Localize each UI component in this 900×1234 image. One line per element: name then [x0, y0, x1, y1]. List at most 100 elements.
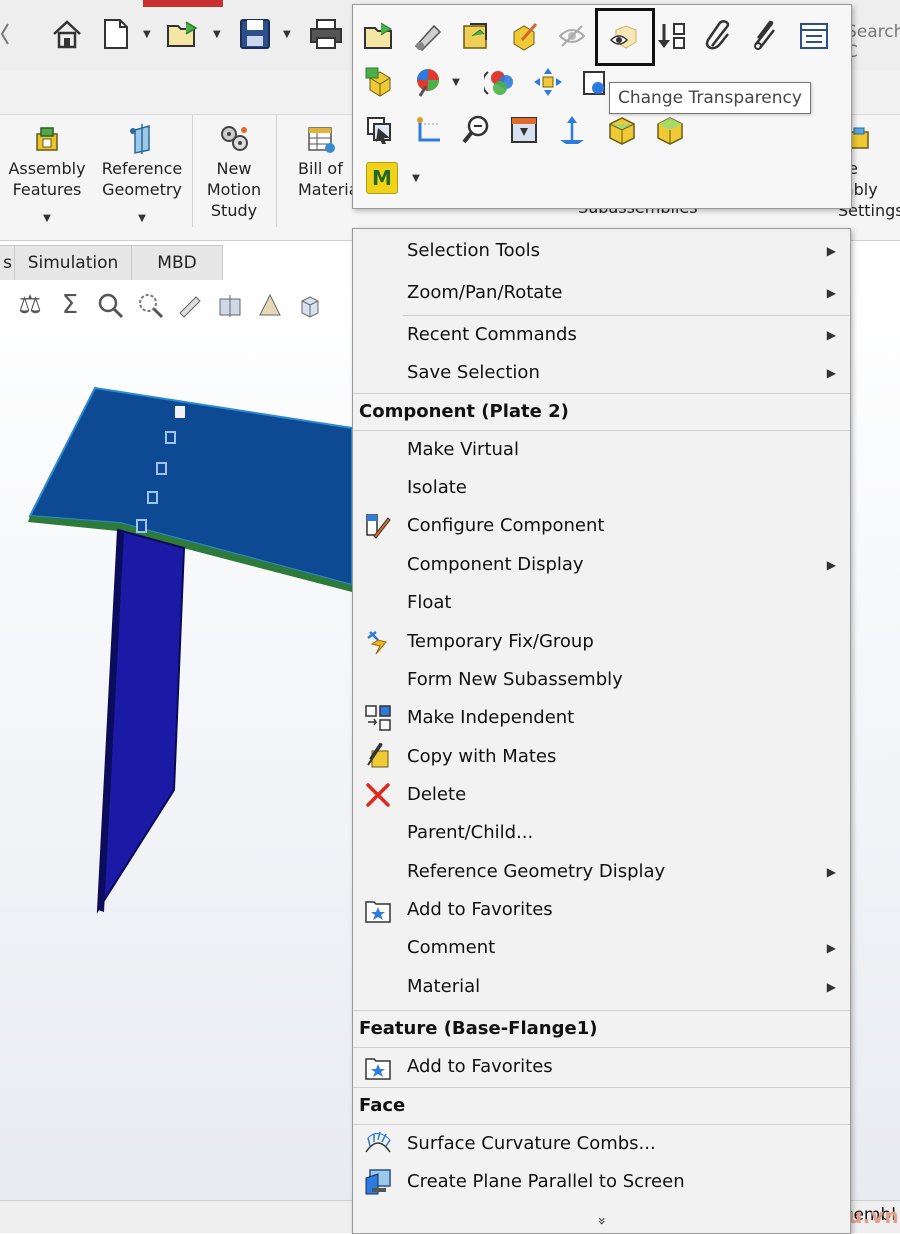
rotate-component-icon[interactable] — [480, 62, 520, 102]
menu-item-create-plane-parallel[interactable]: Create Plane Parallel to Screen — [353, 1163, 850, 1201]
selected-tool-highlight — [595, 8, 655, 66]
menu-item-label: Parent/Child... — [407, 822, 534, 843]
menu-item-recent-commands[interactable]: Recent Commands ▶ — [353, 316, 850, 354]
tab-partial-label: s — [3, 253, 12, 273]
menu-item-label: Copy with Mates — [407, 746, 557, 767]
submenu-arrow-icon: ▶ — [826, 366, 836, 380]
hide-show-icon[interactable] — [408, 16, 448, 56]
previous-view-icon[interactable] — [174, 289, 206, 321]
tooltip: Change Transparency — [609, 82, 811, 114]
view-orientation-icon[interactable] — [294, 289, 326, 321]
menu-item-component-display[interactable]: Component Display ▶ — [353, 546, 850, 584]
view-normal-icon[interactable] — [552, 110, 592, 150]
isometric-box-icon[interactable] — [602, 110, 642, 150]
ribbon-separator — [276, 115, 277, 227]
menu-item-label: Selection Tools — [407, 240, 541, 261]
menu-item-make-independent[interactable]: Make Independent — [353, 699, 850, 737]
menu-item-comment[interactable]: Comment ▶ — [353, 929, 850, 967]
sort-order-icon[interactable] — [652, 16, 692, 56]
open-folder-icon[interactable] — [166, 14, 202, 54]
slot — [175, 406, 185, 418]
tab-mbd[interactable]: MBD — [131, 245, 223, 280]
open-dropdown-icon[interactable]: ▼ — [213, 14, 221, 54]
assembly-features-dropdown-icon[interactable]: ▼ — [6, 208, 88, 229]
motion-study-icon — [219, 124, 249, 154]
sketch-corner-icon[interactable] — [408, 110, 448, 150]
new-motion-study-button[interactable]: New Motion Study — [198, 124, 270, 221]
zoom-to-selection-icon[interactable] — [456, 110, 496, 150]
home-icon[interactable] — [50, 14, 84, 54]
isolate-icon[interactable] — [360, 62, 400, 102]
paperclip-icon[interactable] — [698, 16, 738, 56]
temporary-fix-icon — [363, 628, 393, 656]
hide-component-icon[interactable] — [552, 16, 592, 56]
properties-list-icon[interactable] — [794, 16, 834, 56]
menu-item-temporary-fix[interactable]: Temporary Fix/Group — [353, 623, 850, 661]
zoom-to-fit-icon[interactable] — [94, 289, 126, 321]
print-icon[interactable] — [308, 14, 344, 54]
menu-item-label: Form New Subassembly — [407, 669, 623, 690]
menu-item-add-to-favorites[interactable]: Add to Favorites — [353, 891, 850, 929]
copy-with-mates-icon — [363, 743, 393, 771]
menu-item-label: Save Selection — [407, 362, 540, 383]
menu-item-label: Reference Geometry Display — [407, 861, 666, 882]
menu-item-reference-geometry-display[interactable]: Reference Geometry Display ▶ — [353, 853, 850, 891]
material-icon[interactable]: M — [362, 158, 402, 198]
menu-item-feature-add-to-favorites[interactable]: Add to Favorites — [353, 1048, 850, 1086]
appearance-edit-icon[interactable] — [504, 16, 544, 56]
section-view-icon[interactable] — [214, 289, 246, 321]
new-document-icon[interactable] — [102, 14, 130, 54]
menu-item-selection-tools[interactable]: Selection Tools ▶ — [353, 232, 850, 270]
ribbon-separator — [192, 115, 193, 227]
select-other-icon[interactable] — [360, 110, 400, 150]
material-dropdown-icon[interactable]: ▼ — [406, 158, 426, 198]
mass-properties-icon[interactable]: ⚖ — [14, 289, 46, 321]
isometric-box-alt-icon[interactable] — [650, 110, 690, 150]
section-header-component: Component (Plate 2) — [353, 393, 850, 431]
submenu-arrow-icon: ▶ — [826, 286, 836, 300]
menu-item-form-new-subassembly[interactable]: Form New Subassembly — [353, 661, 850, 699]
menu-item-copy-with-mates[interactable]: Copy with Mates — [353, 738, 850, 776]
save-icon[interactable] — [238, 14, 272, 54]
open-part-icon[interactable] — [360, 16, 400, 56]
menu-item-save-selection[interactable]: Save Selection ▶ — [353, 354, 850, 392]
edit-part-icon[interactable] — [456, 16, 496, 56]
submenu-arrow-icon: ▶ — [826, 328, 836, 342]
menu-item-make-virtual[interactable]: Make Virtual — [353, 431, 850, 469]
reference-geometry-dropdown-icon[interactable]: ▼ — [98, 208, 186, 229]
new-dropdown-icon[interactable]: ▼ — [143, 14, 151, 54]
search-input[interactable]: Search C — [846, 22, 900, 62]
menu-item-configure-component[interactable]: Configure Component — [353, 507, 850, 545]
assembly-features-button[interactable]: Assembly Features ▼ — [6, 124, 88, 229]
move-component-icon[interactable] — [528, 62, 568, 102]
dynamic-annotation-icon[interactable] — [254, 289, 286, 321]
tab-simulation[interactable]: Simulation — [14, 245, 132, 280]
save-dropdown-icon[interactable]: ▼ — [283, 14, 291, 54]
arrow-left-icon[interactable] — [0, 14, 10, 54]
copy-component-icon[interactable] — [574, 62, 614, 102]
submenu-arrow-icon: ▶ — [826, 941, 836, 955]
menu-item-zoom-pan-rotate[interactable]: Zoom/Pan/Rotate ▶ — [353, 274, 850, 312]
menu-item-label: Make Virtual — [407, 439, 519, 460]
menu-item-float[interactable]: Float — [353, 584, 850, 622]
menu-item-parent-child[interactable]: Parent/Child... — [353, 814, 850, 852]
menu-item-surface-curvature-combs[interactable]: Surface Curvature Combs... — [353, 1125, 850, 1163]
reference-geometry-button[interactable]: Reference Geometry ▼ — [98, 124, 186, 229]
appearance-dropdown-icon[interactable]: ▼ — [446, 62, 466, 102]
bill-of-materials-button[interactable]: Bill of Material — [282, 124, 363, 200]
normal-to-icon[interactable] — [504, 110, 544, 150]
assembly-features-icon — [32, 124, 62, 154]
view-mates-icon[interactable] — [744, 16, 784, 56]
menu-item-material[interactable]: Material ▶ — [353, 968, 850, 1006]
menu-item-label: Material — [407, 976, 481, 997]
menu-item-label: Temporary Fix/Group — [407, 631, 594, 652]
plate-top-face[interactable] — [28, 386, 353, 587]
expand-menu-icon[interactable]: » — [593, 1217, 609, 1226]
menu-item-label: Add to Favorites — [407, 899, 553, 920]
menu-item-isolate[interactable]: Isolate — [353, 469, 850, 507]
menu-item-delete[interactable]: Delete — [353, 776, 850, 814]
appearance-icon[interactable] — [408, 62, 448, 102]
sum-icon[interactable]: Σ — [54, 289, 86, 321]
zoom-area-icon[interactable] — [134, 289, 166, 321]
menu-item-label: Float — [407, 592, 452, 613]
